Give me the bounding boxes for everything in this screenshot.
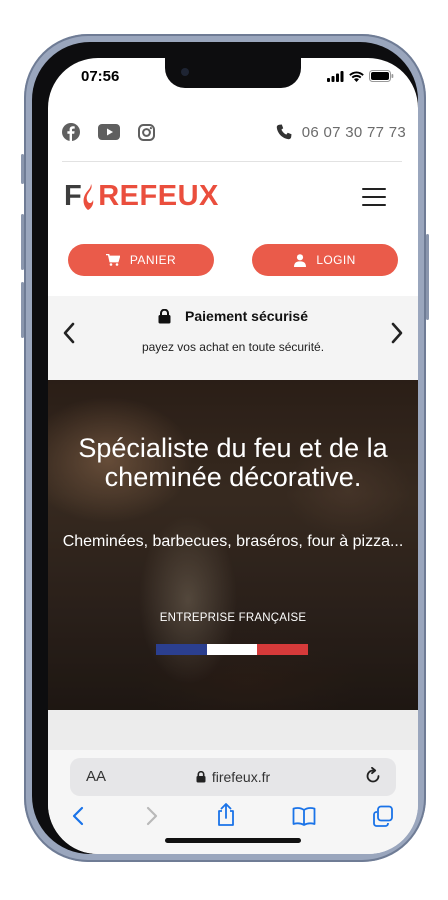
hamburger-menu-icon[interactable] bbox=[362, 188, 386, 206]
user-icon bbox=[294, 253, 307, 267]
phone-frame: 07:56 06 07 30 77 73 F RE FEUX PANIER LO… bbox=[21, 34, 429, 862]
hero-tagline: ENTREPRISE FRANÇAISE bbox=[159, 612, 307, 624]
facebook-icon[interactable] bbox=[62, 123, 80, 141]
phone-screen: 07:56 06 07 30 77 73 F RE FEUX PANIER LO… bbox=[48, 58, 418, 854]
hero-banner: Spécialiste du feu et de la cheminée déc… bbox=[48, 380, 418, 710]
notch bbox=[165, 58, 301, 88]
hero-title: Spécialiste du feu et de la cheminée déc… bbox=[78, 433, 388, 492]
forward-icon[interactable] bbox=[146, 806, 158, 826]
url-text: firefeux.fr bbox=[211, 769, 271, 785]
home-indicator bbox=[165, 838, 301, 843]
signal-icon bbox=[327, 70, 344, 82]
social-links bbox=[62, 123, 155, 141]
lock-icon bbox=[196, 771, 206, 783]
status-time: 07:56 bbox=[81, 68, 120, 85]
login-button[interactable]: LOGIN bbox=[252, 244, 398, 276]
top-bar: 06 07 30 77 73 bbox=[62, 112, 406, 152]
action-buttons: PANIER LOGIN bbox=[48, 244, 418, 284]
flag-white bbox=[206, 644, 258, 655]
tabs-icon[interactable] bbox=[372, 805, 394, 827]
flame-icon bbox=[83, 183, 94, 210]
battery-icon bbox=[369, 70, 394, 82]
bookmarks-icon[interactable] bbox=[292, 806, 316, 826]
logo-re: RE bbox=[98, 180, 140, 212]
brand-bar: F RE FEUX bbox=[48, 166, 418, 224]
cart-button[interactable]: PANIER bbox=[68, 244, 214, 276]
camera bbox=[181, 68, 189, 76]
logo-feux: FEUX bbox=[139, 180, 219, 212]
share-icon[interactable] bbox=[216, 803, 236, 827]
power-button bbox=[426, 234, 429, 320]
browser-toolbar bbox=[48, 803, 418, 834]
phone-icon bbox=[276, 124, 292, 140]
address-bar[interactable]: AA firefeux.fr bbox=[70, 758, 396, 796]
login-label: LOGIN bbox=[316, 253, 356, 267]
phone-bezel: 07:56 06 07 30 77 73 F RE FEUX PANIER LO… bbox=[32, 42, 418, 854]
lock-icon bbox=[158, 308, 171, 323]
promo-carousel: Paiement sécurisé payez vos achat en tou… bbox=[48, 296, 418, 380]
site-logo[interactable]: F RE FEUX bbox=[64, 180, 219, 213]
chevron-right-icon[interactable] bbox=[390, 322, 404, 344]
content-band bbox=[48, 710, 418, 750]
flag-red bbox=[257, 644, 309, 655]
silent-switch bbox=[21, 154, 24, 184]
volume-up-button bbox=[21, 214, 24, 270]
wifi-icon bbox=[349, 71, 364, 82]
cart-icon bbox=[105, 254, 120, 266]
promo-subtitle: payez vos achat en toute sécurité. bbox=[141, 340, 325, 354]
url-display[interactable]: firefeux.fr bbox=[70, 769, 396, 785]
cart-label: PANIER bbox=[129, 253, 177, 267]
french-flag bbox=[156, 644, 309, 655]
phone-number: 06 07 30 77 73 bbox=[301, 123, 406, 141]
status-icons bbox=[327, 70, 394, 82]
flag-blue bbox=[156, 644, 207, 655]
top-divider bbox=[62, 161, 402, 162]
volume-down-button bbox=[21, 282, 24, 338]
back-icon[interactable] bbox=[72, 806, 84, 826]
instagram-icon[interactable] bbox=[138, 123, 155, 141]
reload-icon[interactable] bbox=[364, 767, 382, 785]
promo-title-row: Paiement sécurisé bbox=[48, 308, 418, 324]
logo-letter-f: F bbox=[64, 180, 83, 212]
browser-chrome: AA firefeux.fr bbox=[48, 750, 418, 854]
promo-title: Paiement sécurisé bbox=[185, 308, 308, 324]
youtube-icon[interactable] bbox=[98, 124, 120, 140]
phone-contact[interactable]: 06 07 30 77 73 bbox=[276, 124, 406, 141]
hero-subtitle: Cheminées, barbecues, braséros, four à p… bbox=[62, 533, 404, 550]
